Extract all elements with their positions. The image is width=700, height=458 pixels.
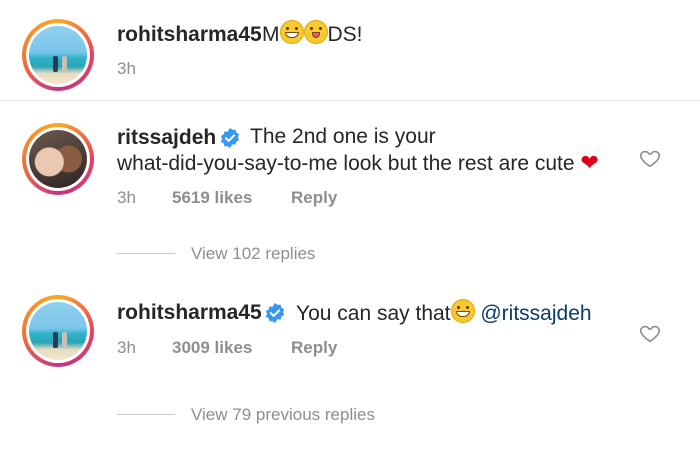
beach-photo xyxy=(29,26,87,84)
grinning-face-emoji-icon xyxy=(450,299,475,323)
verified-badge-icon xyxy=(265,302,285,324)
comment-text: M DS! xyxy=(262,20,363,48)
winking-tongue-emoji-icon xyxy=(303,20,328,44)
replies-line xyxy=(117,414,175,415)
avatar-rohitsharma45[interactable] xyxy=(22,295,94,367)
avatar-ritssajdeh[interactable] xyxy=(22,123,94,195)
red-heart-emoji: ❤ xyxy=(580,150,599,175)
beach-photo xyxy=(29,302,87,360)
like-heart-icon[interactable] xyxy=(639,147,661,169)
likes-count-button[interactable]: 5619 likes xyxy=(172,188,252,208)
comment-rohitsharma45-top: rohitsharma45 M DS! 3h xyxy=(0,0,700,100)
mention-link[interactable]: @ritssajdeh xyxy=(480,302,591,325)
like-heart-icon[interactable] xyxy=(639,322,661,344)
verified-badge-icon xyxy=(220,127,240,149)
comment-text-line2: what-did-you-say-to-me look but the rest… xyxy=(117,150,599,175)
comment-time: 3h xyxy=(117,188,136,207)
likes-count-button[interactable]: 3009 likes xyxy=(172,338,252,358)
comment-ritssajdeh: ritssajdeh The 2nd one is your what-did-… xyxy=(0,101,700,281)
comment-time: 3h xyxy=(117,59,136,78)
comment-time: 3h xyxy=(117,338,136,357)
avatar-rohitsharma45[interactable] xyxy=(22,19,94,91)
comment-text-line1: The 2nd one is your xyxy=(250,125,436,148)
view-replies-button[interactable]: View 102 replies xyxy=(191,244,315,264)
grinning-face-emoji-icon xyxy=(279,20,304,44)
replies-line xyxy=(117,253,175,254)
comment-username[interactable]: ritssajdeh xyxy=(117,126,216,150)
reply-button[interactable]: Reply xyxy=(291,338,337,358)
comment-text: You can say that @ritssajdeh xyxy=(296,299,592,327)
view-previous-replies-button[interactable]: View 79 previous replies xyxy=(191,405,375,425)
comment-username[interactable]: rohitsharma45 xyxy=(117,23,262,47)
reply-button[interactable]: Reply xyxy=(291,188,337,208)
selfie-photo xyxy=(29,130,87,188)
comment-rohitsharma45-reply: rohitsharma45 You can say that @ritssajd… xyxy=(0,281,700,458)
comment-username[interactable]: rohitsharma45 xyxy=(117,301,262,325)
